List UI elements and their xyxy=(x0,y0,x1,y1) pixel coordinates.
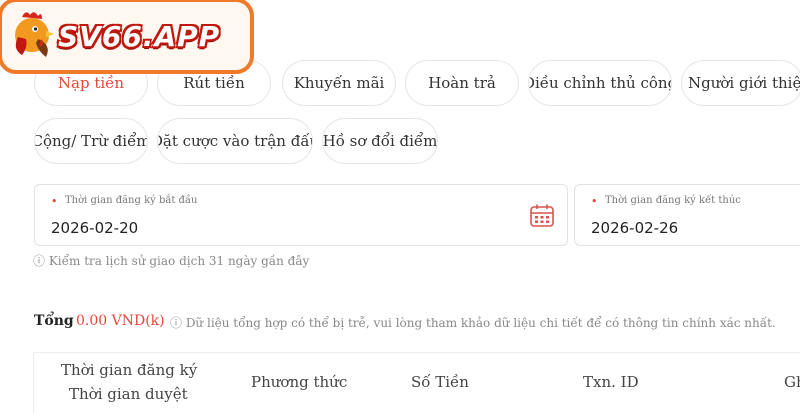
col-header-approval-time: Thời gian duyệt xyxy=(69,385,188,403)
required-mark: • xyxy=(591,195,598,208)
col-header-amount: Số Tiền xyxy=(411,373,469,391)
total-note: ⓘ Dữ liệu tổng hợp có thể bị trễ, vui lò… xyxy=(170,316,776,330)
required-mark: • xyxy=(51,195,58,208)
tab-cong-tru-diem[interactable]: Cộng/ Trừ điểm xyxy=(34,118,148,164)
tab-ho-so-doi-diem[interactable]: Hồ sơ đổi điểm xyxy=(322,118,438,164)
tab-dat-cuoc-tran-dau[interactable]: Đặt cược vào trận đấu xyxy=(157,118,313,164)
total-label: Tổng xyxy=(34,313,74,329)
logo-text: SV66.APP xyxy=(58,19,221,53)
end-date-field[interactable]: • Thời gian đăng ký kết thúc 2026-02-26 xyxy=(574,184,800,246)
rooster-icon xyxy=(8,9,54,63)
start-date-value[interactable]: 2026-02-20 xyxy=(51,219,138,237)
total-amount: 0.00 VND(k) xyxy=(76,313,165,329)
start-date-field[interactable]: • Thời gian đăng ký bắt đầu 2026-02-20 xyxy=(34,184,568,246)
tab-hoan-tra[interactable]: Hoàn trả xyxy=(405,60,519,106)
tab-dieu-chinh-thu-cong[interactable]: Điều chỉnh thủ công xyxy=(528,60,672,106)
col-header-note: Gh xyxy=(784,373,800,391)
end-date-label: Thời gian đăng ký kết thúc xyxy=(605,195,741,206)
tab-khuyen-mai[interactable]: Khuyến mãi xyxy=(282,60,396,106)
site-logo: SV66.APP xyxy=(0,0,254,74)
col-header-method: Phương thức xyxy=(251,373,348,391)
date-range-hint: ⓘ Kiểm tra lịch sử giao dịch 31 ngày gần… xyxy=(33,254,310,268)
col-header-registration-time: Thời gian đăng ký xyxy=(61,361,198,379)
tab-nguoi-gioi-thieu[interactable]: Người giới thiệu xyxy=(681,60,800,106)
start-date-label: Thời gian đăng ký bắt đầu xyxy=(65,195,198,206)
transaction-table: Thời gian đăng ký Thời gian duyệt Phương… xyxy=(33,352,800,413)
col-header-txn-id: Txn. ID xyxy=(583,373,639,391)
end-date-value[interactable]: 2026-02-26 xyxy=(591,219,678,237)
calendar-icon[interactable] xyxy=(529,203,555,233)
